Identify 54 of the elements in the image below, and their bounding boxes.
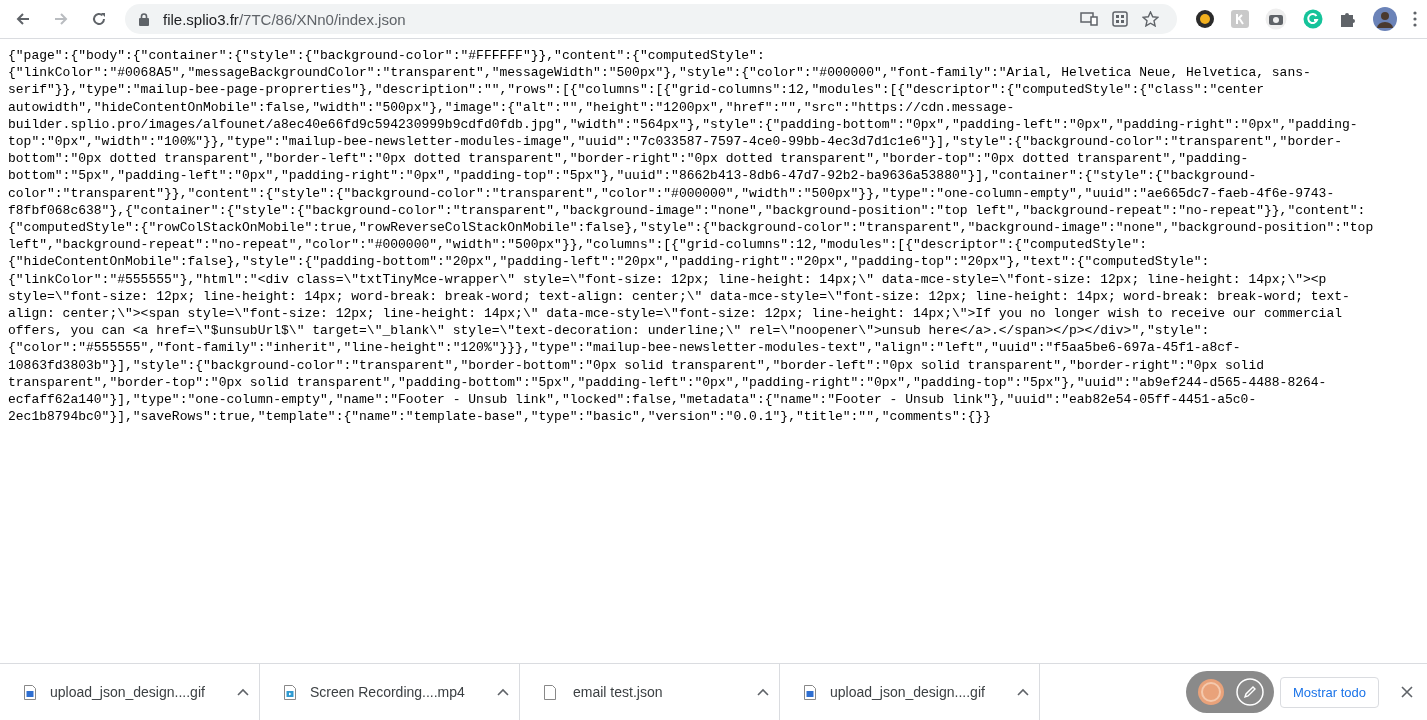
json-text-line: builder.splio.pro/images/alfounet/a8ec40e66fd9c594230999b9cdfd0fdb.jpg","width":"564px"},"style":{"padding-bottom":"0px","padding-left":"0px","padding-right":"0px","padding- [8, 115, 1359, 133]
download-file-name: Screen Recording....mp4 [310, 684, 466, 700]
download-item[interactable]: Screen Recording....mp4 [260, 664, 520, 720]
json-text-line: bottom":"0px dotted transparent","border-left":"0px dotted transparent","border-right":"0px dotted transparent","border-top":"0px dotted transparent","padding- [8, 150, 1250, 168]
video-file-icon [284, 684, 296, 700]
show-all-button[interactable]: Mostrar todo [1280, 676, 1379, 708]
json-text-line: offers, you can <a href=\"$unsubUrl$\" target=\"_blank\" style=\"text-decoration: underline;\" rel=\"noopener\">unsub here</a>.</span></p></div>","style": [8, 322, 1211, 340]
image-file-icon [24, 684, 36, 700]
json-text-line: {"linkColor":"#0068A5","messageBackgroundColor":"transparent","messageWidth":"500px"},"style":{"color":"#000000","font-family":"Arial, Helvetica Neue, Helvetica, sans- [8, 64, 1312, 82]
download-item[interactable]: upload_json_design....gif [0, 664, 260, 720]
image-file-icon [804, 684, 816, 700]
pencil-icon[interactable] [1236, 678, 1264, 706]
json-text-line: style=\"font-size: 12px; line-height: 14px; word-break: break-word; text-align: center;\" data-mce-style=\"font-size: 12px; line-height: 14px; word-break: break-word; text- [8, 287, 1351, 306]
extension-badge-icon[interactable] [1195, 9, 1215, 29]
json-text-line: f8fbf068c638"},{"container":{"style":{"background-color":"transparent","background-image":"none","background-position":"top left","background-repeat":"no-repeat"}},"content": [8, 201, 1367, 220]
download-item[interactable]: email test.json [520, 664, 780, 720]
star-icon[interactable] [1142, 11, 1159, 27]
download-item[interactable]: upload_json_design....gif [780, 664, 1040, 720]
caret-up-icon[interactable] [757, 688, 769, 696]
caret-up-icon[interactable] [237, 688, 249, 696]
json-text-line: 2ec1b8794bc0"}],"saveRows":true,"template":{"name":"template-base","type":"basic","version":"0.0.1"},"title":"","comments":{}} [8, 408, 992, 426]
json-text-line: left","background-repeat":"no-repeat","color":"#000000","width":"500px"}},"columns":[{"grid-columns":12,"modules":[{"descriptor":{"computedStyle": [8, 236, 1148, 254]
download-file-name: email test.json [573, 684, 664, 700]
json-text-line: top":"0px","width":"100%"}},"type":"mailup-bee-newsletter-modules-image","uuid":"7c033587-7597-4ce0-99bb-4ec3d7d1c1e6"}],"style":{"background-color":"transparent","border- [8, 133, 1344, 151]
address-bar[interactable]: file.splio3.fr/7TC/86/XNn0/index.json [125, 4, 1177, 34]
url-text: file.splio3.fr/7TC/86/XNn0/index.json [163, 10, 406, 28]
menu-icon[interactable] [1413, 11, 1417, 27]
lock-icon [139, 12, 149, 26]
avatar-icon[interactable] [1373, 7, 1397, 31]
json-text-line: serif"}},"type":"mailup-bee-page-proprerties"},"description":"","rows":[{"columns":[{"grid-columns":12,"modules":[{"descriptor":{"computedStyle":{"class":"center [8, 81, 1265, 99]
json-text-line: 10863fd3803b"}],"style":{"background-color":"transparent","border-bottom":"0px solid transparent","border-left":"0px solid transparent","border-right":"0px solid [8, 356, 1265, 374]
caret-up-icon[interactable] [497, 688, 509, 696]
close-icon[interactable] [1401, 686, 1413, 698]
camera-icon[interactable] [1265, 8, 1287, 30]
json-text-line: {"computedStyle":{"rowColStackOnMobile":true,"rowReverseColStackOnMobile":false},"style":{"background-color":"transparent","background-image":"none","background-position":"top [8, 219, 1375, 237]
back-icon[interactable] [15, 11, 31, 27]
json-text-line: {"hideContentOnMobile":false},"style":{"padding-bottom":"20px","padding-left":"20px","padding-right":"20px","padding-top":"20px"},"text":{"computedStyle": [8, 253, 1211, 271]
devices-icon[interactable] [1080, 12, 1098, 26]
grid-icon[interactable] [1112, 11, 1128, 27]
json-text-line: {"linkColor":"#555555"},"html":"<div class=\"txtTinyMce-wrapper\" style=\"font-size: 12px; line-height: 14px;\" data-mce-style=\"font-size: 12px; line-height: 14px;\"><p [8, 270, 1328, 288]
json-text-line: ecfaff62a140"}],"type":"one-column-empty","name":"Footer - Unsub link","locked":false,"metadata":{"name":"Footer - Unsub link"},"uuid":"eab82e54-05ff-4451-a5c0- [8, 391, 1258, 409]
json-text-line: {"color":"#555555","font-family":"inherit","line-height":"120%"}}},"type":"mailup-bee-newsletter-modules-text","align":"left","uuid":"f5aa5be6-697a-45f1-a8cf- [8, 339, 1242, 357]
caret-up-icon[interactable] [1017, 688, 1029, 696]
json-text-line: transparent","border-top":"0px solid transparent","padding-bottom":"5px","padding-left":"0px","padding-right":"0px","padding-top":"5px"},"uuid":"ab9ef244-d565-4488-8264- [8, 373, 1328, 392]
file-icon [544, 684, 556, 700]
reload-icon[interactable] [91, 11, 107, 27]
json-text-line: align: center;\"><span style=\"font-size: 12px; line-height: 14px;\" data-mce-style=\"font-size: 12px; line-height: 14px;\">If you no longer wish to receive our commercial [8, 305, 1344, 323]
download-file-name: upload_json_design....gif [50, 684, 206, 700]
json-text-line: {"page":{"body":{"container":{"style":{"background-color":"#FFFFFF"}},"content":{"computedStyle": [8, 47, 766, 65]
json-text-line: color":"transparent"}},"content":{"style":{"background-color":"transparent","color":"#000000","width":"500px"}},"type":"one-column-empty","uuid":"ae665dc7-faeb-4f6e-9743- [8, 184, 1336, 202]
json-text-line: autowidth","hideContentOnMobile":false,"width":"500px"},"image":{"alt":"","height":"1200px","href":"","src":"https://cdn.message- [8, 98, 1016, 116]
json-text-line: bottom":"5px","padding-left":"0px","padding-right":"0px","padding-top":"5px"},"uuid":"8662b413-8db6-47d7-92b2-ba9636a53880"}],"container":{"style":{"background- [8, 167, 1258, 185]
puzzle-icon[interactable] [1339, 10, 1357, 28]
download-file-name: upload_json_design....gif [830, 684, 986, 700]
